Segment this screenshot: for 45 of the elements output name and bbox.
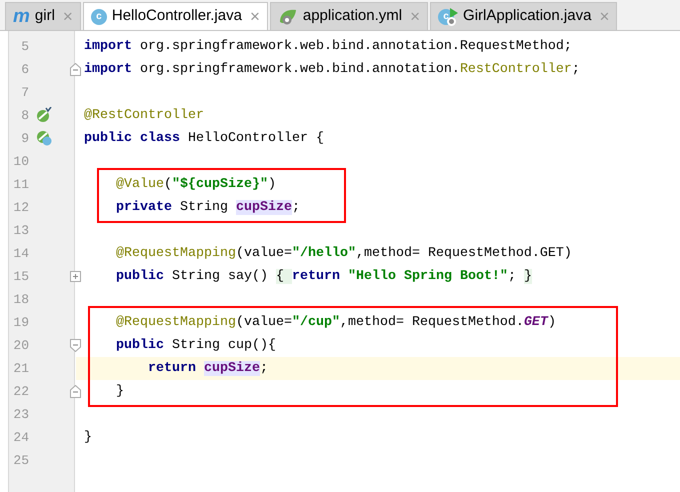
code-line: public String say() { return "Hello Spring Boot!"; } bbox=[114, 268, 532, 286]
fold-icon[interactable] bbox=[70, 385, 81, 398]
code-line: } bbox=[114, 382, 124, 400]
code-line: @Value("${cupSize}") bbox=[114, 176, 276, 194]
maven-icon: m bbox=[13, 7, 30, 26]
line-number: 7 bbox=[20, 84, 29, 102]
line-number: 25 bbox=[12, 452, 29, 470]
editor-tab[interactable]: m girl × bbox=[5, 2, 81, 30]
code-line: @RequestMapping(value="/hello",method= RequestMethod.GET) bbox=[114, 244, 572, 262]
code-line: private String cupSize; bbox=[114, 198, 300, 216]
line-number: 14 bbox=[12, 244, 29, 263]
leaf-icon bbox=[278, 8, 298, 26]
line-number: 9 bbox=[20, 130, 29, 148]
code-line: public class HelloController { bbox=[84, 130, 324, 148]
editor-tab[interactable]: c HelloController.java × bbox=[82, 2, 268, 30]
line-number: 18 bbox=[12, 290, 29, 309]
bean-icon[interactable] bbox=[36, 107, 52, 123]
line-number: 12 bbox=[12, 198, 29, 217]
line-number: 11 bbox=[12, 176, 29, 194]
code-line: } bbox=[84, 428, 92, 446]
fold-icon[interactable] bbox=[70, 339, 81, 352]
line-number: 21 bbox=[12, 360, 29, 378]
bean-class-icon[interactable] bbox=[36, 130, 52, 146]
line-number: 10 bbox=[12, 152, 29, 171]
class-icon: c bbox=[90, 8, 107, 24]
expand-icon[interactable] bbox=[70, 270, 81, 283]
code-line: import org.springframework.web.bind.annotation.RestController; bbox=[84, 60, 580, 78]
line-number: 8 bbox=[20, 106, 29, 125]
editor-tab[interactable]: application.yml × bbox=[270, 2, 428, 30]
code-line: public String cup(){ bbox=[114, 336, 276, 354]
line-number: 22 bbox=[12, 382, 29, 401]
line-number: 15 bbox=[12, 268, 29, 286]
code-line: return cupSize; bbox=[146, 360, 268, 378]
code-line: @RequestMapping(value="/cup",method= RequestMethod.GET) bbox=[114, 314, 556, 332]
code-line: import org.springframework.web.bind.annotation.RequestMethod; bbox=[84, 38, 572, 56]
fold-icon[interactable] bbox=[70, 63, 81, 76]
line-number: 6 bbox=[20, 60, 29, 79]
code-line: @RestController bbox=[84, 106, 204, 124]
line-number: 23 bbox=[12, 406, 29, 424]
line-number: 19 bbox=[12, 314, 29, 332]
line-number: 20 bbox=[12, 336, 29, 355]
line-number: 13 bbox=[12, 222, 29, 240]
line-number: 5 bbox=[20, 38, 29, 56]
editor-tab[interactable]: c GirlApplication.java × bbox=[430, 2, 618, 30]
line-number: 24 bbox=[12, 428, 29, 447]
